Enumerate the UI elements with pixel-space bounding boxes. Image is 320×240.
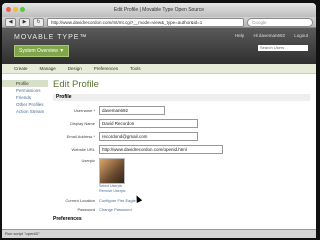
email-field[interactable]: recordond@gmail.com: [99, 132, 198, 141]
form-row-website: Website URL http://www.davidrecordon.com…: [53, 145, 316, 154]
header-links: Help Hi daveman692 Logout: [227, 33, 308, 38]
content-area: Profile Permissions Friends Other Profil…: [2, 74, 316, 222]
minimize-window-icon[interactable]: [13, 7, 18, 12]
location-label: Current Location: [65, 198, 95, 203]
status-bar: Run script "openID": [2, 229, 316, 238]
menu-design[interactable]: Design: [68, 66, 82, 71]
forward-button[interactable]: ▶: [19, 17, 30, 27]
email-label: Email Address *: [66, 134, 95, 139]
menu-tools[interactable]: Tools: [130, 66, 141, 71]
form-row-display-name: Display Name David Recordon: [53, 119, 316, 128]
username-label: Username *: [73, 108, 95, 113]
profile-sidebar: Profile Permissions Friends Other Profil…: [2, 74, 48, 222]
window-controls: [6, 7, 25, 12]
window-title: Edit Profile | Movable Type Open Source: [113, 7, 205, 13]
display-name-label: Display Name: [70, 121, 95, 126]
password-label: Password: [77, 207, 95, 212]
help-link[interactable]: Help: [235, 33, 244, 38]
search-users-input[interactable]: Search Users: [258, 45, 308, 51]
display-name-field[interactable]: David Recordon: [99, 119, 198, 128]
website-field[interactable]: http://www.davidrecordon.com/openid.html: [99, 145, 223, 154]
browser-search-field[interactable]: Google: [247, 17, 313, 27]
userpic-image: [99, 158, 125, 184]
page-title: Edit Profile: [53, 79, 99, 90]
menu-preferences[interactable]: Preferences: [94, 66, 118, 71]
form-row-password: Password Change Password: [53, 207, 316, 212]
main-panel: Edit Profile Profile Username * daveman6…: [48, 74, 316, 222]
window-titlebar: Edit Profile | Movable Type Open Source: [2, 3, 316, 17]
change-password-link[interactable]: Change Password: [99, 207, 132, 212]
logout-link[interactable]: Logout: [294, 33, 308, 38]
browser-toolbar: ◀ ▶ ↻ http://www.davidrecordon.com/mt/mt…: [2, 17, 316, 28]
username-field[interactable]: daveman692: [99, 106, 165, 115]
zoom-window-icon[interactable]: [20, 7, 25, 12]
form-row-userpic: Userpic Select Userpic Remove Userpic: [53, 158, 316, 194]
close-window-icon[interactable]: [6, 7, 11, 12]
reload-button[interactable]: ↻: [33, 17, 44, 27]
section-header: Profile: [53, 94, 310, 101]
menu-create[interactable]: Create: [14, 66, 28, 71]
userpic-label: Userpic: [81, 158, 95, 163]
sidebar-item-other-profiles[interactable]: Other Profiles: [2, 101, 48, 108]
form-row-username: Username * daveman692: [53, 106, 316, 115]
mt-header: MOVABLE TYPE™ Help Hi daveman692 Logout …: [2, 28, 316, 64]
form-row-email: Email Address * recordond@gmail.com: [53, 132, 316, 141]
main-menu: Create Manage Design Preferences Tools: [2, 64, 316, 74]
movable-type-logo: MOVABLE TYPE™: [14, 34, 88, 41]
configure-fire-eagle-link[interactable]: Configure Fire Eagle: [99, 198, 136, 203]
sidebar-item-friends[interactable]: Friends: [2, 94, 48, 101]
userpic-block: Select Userpic Remove Userpic: [99, 158, 126, 194]
form-row-location: Current Location Configure Fire Eagle: [53, 198, 316, 203]
preferences-heading: Preferences: [53, 216, 82, 222]
back-button[interactable]: ◀: [5, 17, 16, 27]
user-greeting[interactable]: Hi daveman692: [253, 33, 285, 38]
remove-userpic-link[interactable]: Remove Userpic: [99, 189, 126, 194]
sidebar-item-profile[interactable]: Profile: [2, 80, 48, 87]
website-label: Website URL: [71, 147, 96, 152]
sidebar-item-action-stream[interactable]: Action Stream: [2, 108, 48, 115]
address-bar[interactable]: http://www.davidrecordon.com/mt/mt.cgi?_…: [47, 17, 244, 27]
browser-window: Edit Profile | Movable Type Open Source …: [2, 3, 316, 238]
system-overview-button[interactable]: System Overview ▼: [14, 45, 70, 57]
menu-manage[interactable]: Manage: [40, 66, 56, 71]
sidebar-item-permissions[interactable]: Permissions: [2, 87, 48, 94]
